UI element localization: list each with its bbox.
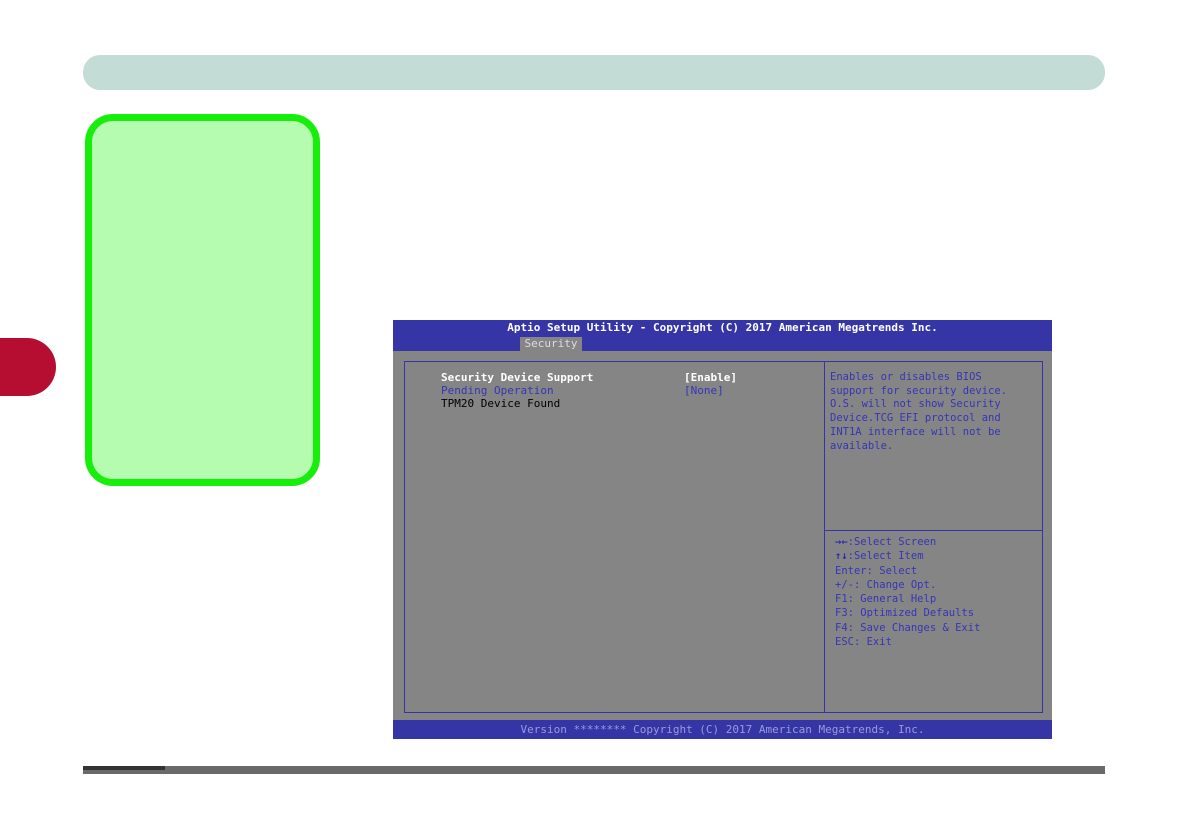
key-f4: F4: Save Changes & Exit — [835, 621, 981, 634]
help-line: Device.TCG EFI protocol and — [830, 412, 1001, 425]
bios-footer-bar: Version ******** Copyright (C) 2017 Amer… — [393, 720, 1052, 739]
key-f3: F3: Optimized Defaults — [835, 607, 975, 620]
help-line: Enables or disables BIOS — [830, 371, 982, 383]
page-header-bar — [83, 55, 1105, 90]
key-f1: F1: General Help — [835, 593, 937, 606]
help-line: O.S. will not show Security — [830, 398, 1001, 411]
key-select-screen: →←:Select Screen — [835, 536, 937, 548]
tab-security[interactable]: Security — [520, 337, 582, 351]
bios-footer-text: Version ******** Copyright (C) 2017 Amer… — [520, 723, 925, 736]
sidebar-note-panel — [85, 114, 320, 486]
help-line: INT1A interface will not be — [830, 425, 1001, 438]
page-footer-rule — [83, 766, 1105, 774]
tpm20-device-found-label: TPM20 Device Found — [441, 397, 561, 410]
help-line: support for security device. — [830, 384, 1008, 397]
chapter-tab — [0, 338, 56, 396]
bios-title-bar: Aptio Setup Utility - Copyright (C) 2017… — [393, 320, 1052, 351]
key-enter: Enter: Select — [835, 564, 918, 577]
up-down-arrows-icon: ↑↓ — [835, 550, 848, 563]
key-change: +/-: Change Opt. — [835, 578, 937, 591]
help-line: available. — [830, 439, 894, 452]
security-device-support-label[interactable]: Security Device Support — [441, 371, 593, 384]
bios-title: Aptio Setup Utility - Copyright (C) 2017… — [507, 321, 938, 334]
key-select-item: ↑↓:Select Item — [835, 550, 924, 563]
bios-help-divider — [825, 530, 1042, 531]
bios-vertical-divider — [824, 361, 825, 713]
bios-setup-screenshot: Aptio Setup Utility - Copyright (C) 2017… — [393, 320, 1052, 739]
left-right-arrows-icon: →← — [835, 536, 848, 548]
security-device-support-value[interactable]: [Enable] — [684, 371, 737, 384]
pending-operation-label[interactable]: Pending Operation — [441, 384, 554, 397]
bios-help-text: Enables or disables BIOS support for sec… — [830, 371, 1035, 453]
key-esc: ESC: Exit — [835, 636, 892, 649]
bios-key-legend: →←:Select Screen ↑↓:Select Item Enter: S… — [835, 535, 1040, 649]
pending-operation-value[interactable]: [None] — [684, 384, 724, 397]
